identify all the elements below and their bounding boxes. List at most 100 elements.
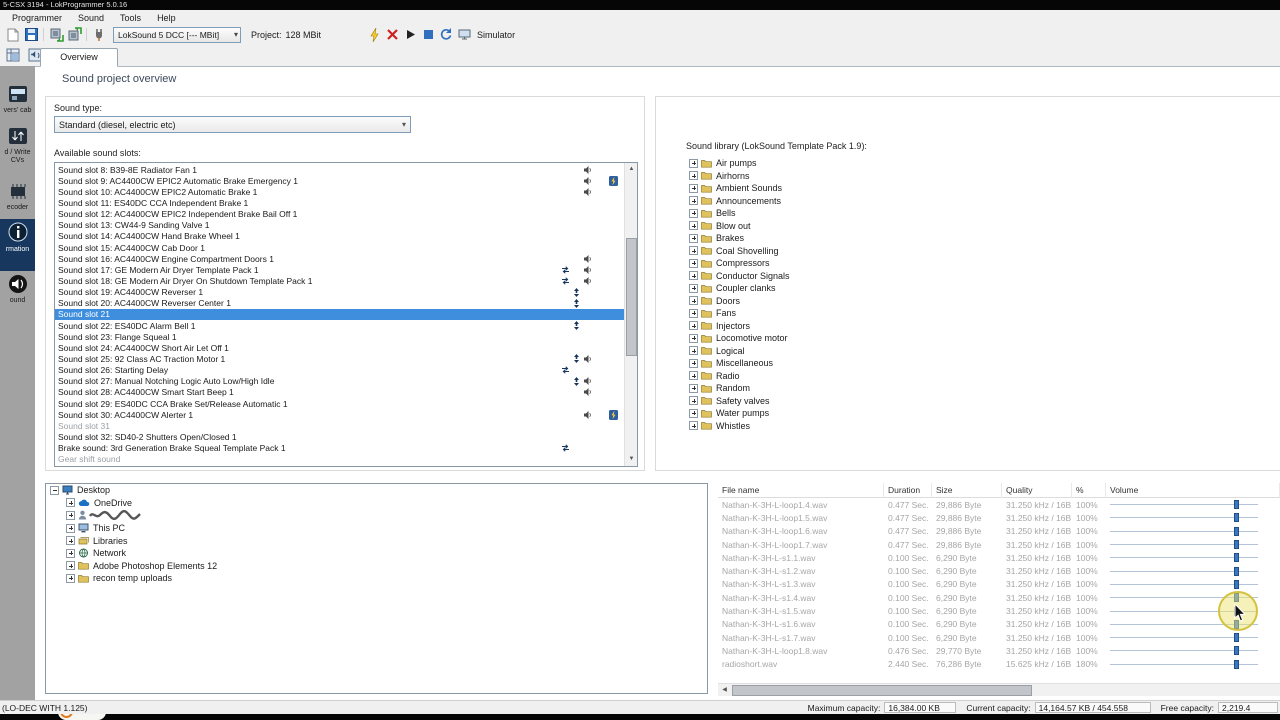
volume-slider-thumb[interactable] — [1234, 553, 1240, 563]
sound-slot[interactable]: Brake sound: 3rd Generation Brake Squeal… — [55, 443, 624, 454]
library-folder[interactable]: Miscellaneous — [689, 357, 1169, 370]
file-tree-item[interactable] — [46, 509, 707, 522]
volume-slider[interactable] — [1110, 553, 1258, 563]
expand-plus-icon[interactable] — [689, 321, 698, 331]
expand-plus-icon[interactable] — [689, 358, 698, 368]
library-folder[interactable]: Locomotive motor — [689, 332, 1169, 345]
sidebar-item[interactable]: ound — [0, 272, 35, 305]
column-volume[interactable]: Volume — [1106, 483, 1280, 498]
expand-plus-icon[interactable] — [689, 346, 698, 356]
sound-slot[interactable]: Sound slot 15: AC4400CW Cab Door 1 — [55, 242, 624, 253]
expand-plus-icon[interactable] — [689, 208, 698, 218]
stop-power-icon[interactable] — [383, 26, 401, 43]
new-project-icon[interactable] — [4, 26, 22, 43]
expand-plus-icon[interactable] — [689, 183, 698, 193]
file-tree-item[interactable]: This PC — [46, 522, 707, 535]
volume-slider[interactable] — [1110, 579, 1258, 589]
column-size[interactable]: Size — [932, 483, 1002, 498]
sound-slot[interactable]: Sound slot 31 — [55, 420, 624, 431]
expand-plus-icon[interactable] — [66, 548, 75, 558]
file-tree-item[interactable]: Libraries — [46, 534, 707, 547]
library-folder[interactable]: Brakes — [689, 232, 1169, 245]
sound-slot[interactable]: Gear shift sound — [55, 454, 624, 465]
sound-slot[interactable]: Sound slot 8: B39-8E Radiator Fan 1 — [55, 164, 624, 175]
sidebar-item[interactable]: d / Write CVs — [0, 124, 35, 165]
expand-plus-icon[interactable] — [66, 510, 75, 520]
sound-slot[interactable]: Sound slot 9: AC4400CW EPIC2 Automatic B… — [55, 175, 624, 186]
volume-slider-thumb[interactable] — [1234, 500, 1240, 510]
wav-file-row[interactable]: Nathan-K-3H-L-loop1.5.wav 0.477 Sec. 29,88… — [718, 511, 1280, 524]
volume-slider-thumb[interactable] — [1234, 579, 1240, 589]
sound-slot[interactable]: Sound slot 32: SD40-2 Shutters Open/Clos… — [55, 431, 624, 442]
menu-sound[interactable]: Sound — [70, 13, 112, 23]
sound-slot[interactable]: Sound slot 26: Starting Delay — [55, 365, 624, 376]
expand-minus-icon[interactable] — [50, 485, 59, 495]
file-tree-item[interactable]: OneDrive — [46, 497, 707, 510]
library-folder[interactable]: Conductor Signals — [689, 270, 1169, 283]
expand-plus-icon[interactable] — [689, 333, 698, 343]
wav-file-row[interactable]: Nathan-K-3H-L-loop1.7.wav 0.477 Sec. 29,88… — [718, 538, 1280, 551]
sound-slot[interactable]: Sound slot 17: GE Modern Air Dryer Templ… — [55, 264, 624, 275]
wav-file-row[interactable]: Nathan-K-3H-L-s1.4.wav 0.100 Sec. 6,290 By… — [718, 591, 1280, 604]
volume-slider-thumb[interactable] — [1234, 526, 1240, 536]
expand-plus-icon[interactable] — [689, 221, 698, 231]
library-folder[interactable]: Airhorns — [689, 170, 1169, 183]
sound-slot[interactable]: Sound slot 13: CW44-9 Sanding Valve 1 — [55, 220, 624, 231]
volume-slider-thumb[interactable] — [1234, 540, 1240, 550]
library-folder[interactable]: Water pumps — [689, 407, 1169, 420]
library-folder[interactable]: Whistles — [689, 420, 1169, 433]
expand-plus-icon[interactable] — [66, 573, 75, 583]
volume-slider[interactable] — [1110, 500, 1258, 510]
read-from-decoder-icon[interactable] — [47, 26, 65, 43]
scroll-left-icon[interactable]: ◀ — [718, 684, 731, 697]
expand-plus-icon[interactable] — [66, 523, 75, 533]
power-flash-icon[interactable] — [365, 26, 383, 43]
expand-plus-icon[interactable] — [689, 233, 698, 243]
cv-table-icon[interactable] — [4, 46, 22, 63]
simulator-icon[interactable] — [455, 26, 473, 43]
sound-slot[interactable]: Sound slot 12: AC4400CW EPIC2 Independen… — [55, 209, 624, 220]
library-folder[interactable]: Announcements — [689, 195, 1169, 208]
volume-slider-thumb[interactable] — [1234, 659, 1240, 669]
connection-plug-icon[interactable] — [90, 26, 108, 43]
tab-overview[interactable]: Overview — [40, 48, 118, 67]
sound-slot[interactable]: Sound slot 20: AC4400CW Reverser Center … — [55, 298, 624, 309]
column-quality[interactable]: Quality — [1002, 483, 1072, 498]
expand-plus-icon[interactable] — [689, 408, 698, 418]
wav-file-row[interactable]: Nathan-K-3H-L-loop1.4.wav 0.477 Sec. 29,88… — [718, 498, 1280, 511]
wav-file-row[interactable]: Nathan-K-3H-L-s1.2.wav 0.100 Sec. 6,290 By… — [718, 564, 1280, 577]
wav-file-row[interactable]: Nathan-K-3H-L-s1.6.wav 0.100 Sec. 6,290 By… — [718, 618, 1280, 631]
sidebar-item[interactable]: rmation — [0, 219, 35, 271]
sound-slot[interactable]: Sound slot 29: ES40DC CCA Brake Set/Rele… — [55, 398, 624, 409]
volume-slider-thumb[interactable] — [1234, 646, 1240, 656]
sidebar-item[interactable]: ecoder — [0, 179, 35, 212]
decoder-type-dropdown[interactable]: LokSound 5 DCC [--- MBit] ▾ — [113, 26, 241, 43]
sound-slot[interactable]: Sound slot 24: AC4400CW Short Air Let Of… — [55, 342, 624, 353]
expand-plus-icon[interactable] — [689, 246, 698, 256]
sound-slot[interactable]: Sound slot 21 — [55, 308, 624, 320]
library-folder[interactable]: Fans — [689, 307, 1169, 320]
library-folder[interactable]: Blow out — [689, 220, 1169, 233]
expand-plus-icon[interactable] — [689, 421, 698, 431]
volume-slider-thumb[interactable] — [1234, 566, 1240, 576]
expand-plus-icon[interactable] — [689, 271, 698, 281]
sound-slot[interactable]: Sound slot 23: Flange Squeal 1 — [55, 331, 624, 342]
wav-file-row[interactable]: radioshort.wav 2.440 Sec. 76,286 Byte 15.62… — [718, 658, 1280, 671]
expand-plus-icon[interactable] — [689, 283, 698, 293]
file-tree-item[interactable]: Desktop — [46, 484, 707, 497]
library-folder[interactable]: Doors — [689, 295, 1169, 308]
stop-playback-icon[interactable] — [419, 26, 437, 43]
sound-slot[interactable]: Sound slot 11: ES40DC CCA Independent Br… — [55, 197, 624, 208]
expand-plus-icon[interactable] — [66, 536, 75, 546]
save-project-icon[interactable] — [22, 26, 40, 43]
refresh-icon[interactable] — [437, 26, 455, 43]
menu-help[interactable]: Help — [149, 13, 184, 23]
library-folder[interactable]: Coal Shovelling — [689, 245, 1169, 258]
scroll-down-icon[interactable]: ▼ — [625, 453, 637, 466]
sound-slot[interactable]: Sound slot 10: AC4400CW EPIC2 Automatic … — [55, 186, 624, 197]
expand-plus-icon[interactable] — [66, 498, 75, 508]
menu-programmer[interactable]: Programmer — [4, 13, 70, 23]
library-folder[interactable]: Logical — [689, 345, 1169, 358]
volume-slider[interactable] — [1110, 633, 1258, 643]
wav-file-row[interactable]: Nathan-K-3H-L-s1.5.wav 0.100 Sec. 6,290 By… — [718, 604, 1280, 617]
